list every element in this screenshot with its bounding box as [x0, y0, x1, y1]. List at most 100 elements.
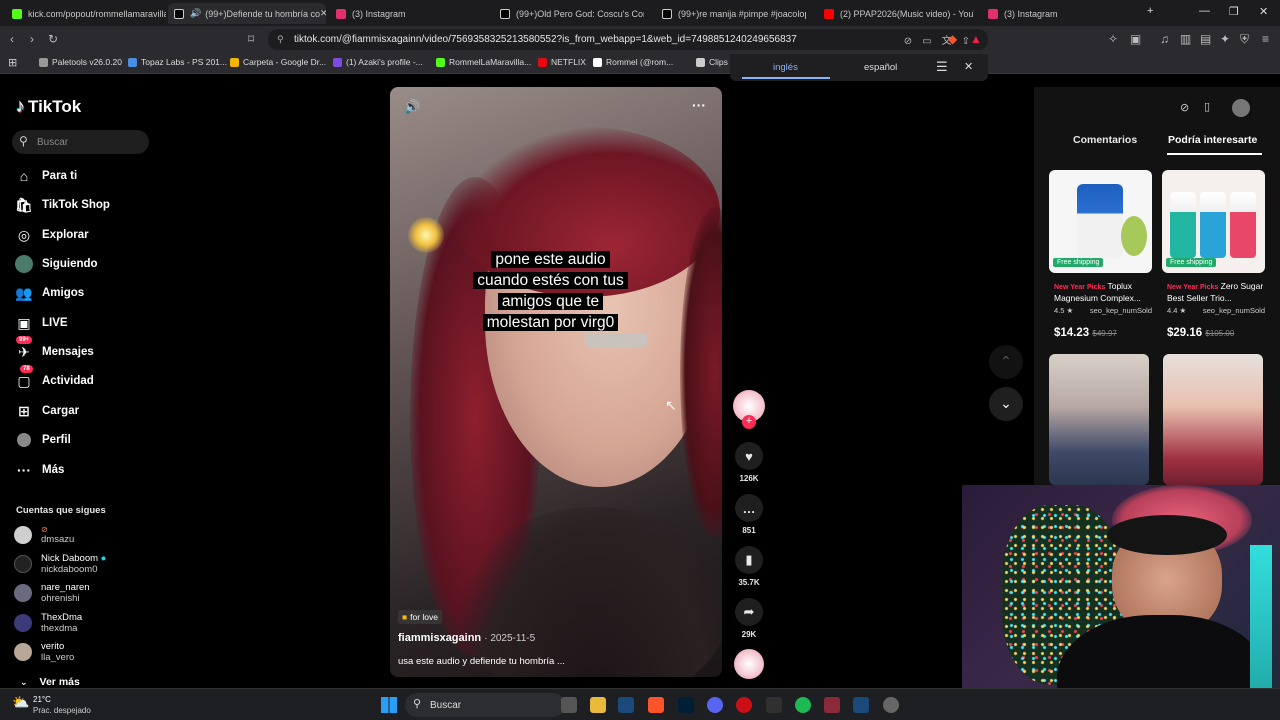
bookmark-item[interactable]: Clips	[696, 57, 728, 67]
tiktok-logo[interactable]: ♪ TikTok	[16, 96, 81, 117]
share-button[interactable]: ➦ 29K	[734, 598, 764, 639]
nav-mensajes[interactable]: ✈ 99+ Mensajes	[14, 336, 94, 362]
steam-icon[interactable]	[618, 697, 634, 713]
bookmark-icon[interactable]: ⌑	[248, 32, 254, 46]
brave-rewards-icon[interactable]: ▲	[970, 32, 982, 46]
translate-close-icon[interactable]: ✕	[964, 60, 973, 73]
see-more-link[interactable]: ⌄ Ver más	[20, 676, 80, 688]
photoshop-icon[interactable]	[678, 697, 694, 713]
task-view-icon[interactable]	[561, 697, 577, 713]
url-actions-icons[interactable]: ⊘▭文⇪	[904, 32, 980, 47]
more-options-icon[interactable]: ···	[692, 97, 706, 113]
browser-tab[interactable]: (3) Instagram	[330, 3, 490, 24]
minimize-icon[interactable]: —	[1199, 5, 1210, 17]
browser-tab-active[interactable]: 🔊 (99+)Defiende tu hombría co ✕	[168, 3, 326, 24]
bookmark-item[interactable]: Carpeta - Google Dr...	[230, 57, 326, 67]
device-icon[interactable]: ▯	[1204, 100, 1210, 113]
product-card[interactable]: Free shipping New Year Picks Toplux Magn…	[1049, 170, 1152, 339]
compass-icon[interactable]: ⊘	[1180, 101, 1189, 114]
brave-icon[interactable]	[648, 697, 664, 713]
close-tab-icon[interactable]: ✕	[320, 8, 326, 19]
bookmark-item[interactable]: Rommel (@rom...	[593, 57, 673, 67]
nav-explorar[interactable]: ◎ Explorar	[14, 225, 89, 245]
sidebar-panel-icon[interactable]: ▣	[1130, 32, 1141, 46]
site-info-icon[interactable]: ⚲	[277, 34, 284, 45]
translate-lang-source[interactable]: inglés	[773, 62, 798, 73]
media-icon[interactable]: ♫	[1160, 32, 1169, 46]
following-account[interactable]: Nick Daboom ● nickdaboom0	[14, 553, 106, 575]
translate-lang-target[interactable]: español	[864, 62, 897, 73]
translate-menu-icon[interactable]: ☰	[936, 59, 948, 75]
spotify-icon[interactable]	[795, 697, 811, 713]
browser-tab[interactable]: (99+)re manija #pimpe #joacolopez	[656, 3, 806, 24]
vpn-icon[interactable]: ⛨	[1240, 32, 1249, 47]
comment-button[interactable]: … 851	[734, 494, 764, 535]
bookmark-item[interactable]: (1) Azaki's profile -...	[333, 57, 423, 67]
product-card[interactable]: Free shipping New Year Picks Zero Sugar …	[1162, 170, 1265, 339]
video-description[interactable]: usa este audio y defiende tu hombría ...	[398, 656, 565, 667]
reading-icon[interactable]: ▥	[1180, 32, 1191, 46]
obs-icon[interactable]	[766, 697, 782, 713]
opera-icon[interactable]	[736, 697, 752, 713]
discord-icon[interactable]	[707, 697, 723, 713]
save-button[interactable]: ▮ 35.7K	[734, 546, 764, 587]
music-disc[interactable]	[734, 649, 764, 679]
back-icon[interactable]: ‹	[10, 32, 14, 46]
bookmark-item[interactable]: NETFLIX	[538, 57, 586, 67]
nav-cargar[interactable]: ⊞ Cargar	[14, 401, 79, 421]
following-account[interactable]: verito lla_vero	[14, 641, 74, 663]
weather-widget[interactable]: 21°C Prac. despejado	[33, 694, 91, 716]
following-account[interactable]: ThexDma thexdma	[14, 612, 82, 634]
nav-tiktok-shop[interactable]: 🛍 TikTok Shop	[14, 195, 110, 215]
menu-icon[interactable]: ≡	[1262, 32, 1269, 46]
file-explorer-icon[interactable]	[590, 697, 606, 713]
nav-perfil[interactable]: Perfil	[14, 430, 71, 450]
reload-icon[interactable]: ↻	[48, 32, 58, 46]
wallet-icon[interactable]: ▤	[1200, 32, 1211, 46]
browser-tab[interactable]: (3) Instagram	[982, 3, 1132, 24]
tab-podria-interesarte[interactable]: Podría interesarte	[1168, 134, 1257, 146]
leo-icon[interactable]: ✦	[1220, 32, 1230, 46]
video-player[interactable]: 🔊 ··· pone este audio cuando estés con t…	[390, 87, 722, 677]
nav-actividad[interactable]: ▢ 78 Actividad	[14, 365, 94, 391]
search-input[interactable]: ⚲ Buscar	[12, 130, 149, 154]
bookmark-item[interactable]: Topaz Labs - PS 201...	[128, 57, 227, 67]
windows-start-icon[interactable]	[381, 697, 397, 713]
nav-mas[interactable]: ··· Más	[14, 460, 64, 480]
volume-icon[interactable]: 🔊	[404, 99, 420, 115]
browser-tab[interactable]: kick.com/popout/rommellamaravilla	[6, 3, 166, 24]
close-window-icon[interactable]: ✕	[1259, 5, 1268, 18]
url-field[interactable]: ⚲ tiktok.com/@fiammisxagainn/video/75693…	[268, 29, 988, 50]
nav-para-ti[interactable]: ⌂ Para ti	[14, 166, 77, 186]
nav-amigos[interactable]: 👥 Amigos	[14, 283, 84, 303]
tab-comentarios[interactable]: Comentarios	[1073, 134, 1137, 146]
nav-live[interactable]: ▣ LIVE	[14, 313, 67, 333]
weather-icon[interactable]: ⛅	[12, 694, 29, 711]
bookmark-item[interactable]: Paletools v26.0.20	[39, 57, 122, 67]
extensions-icon[interactable]: ✧	[1108, 32, 1118, 46]
browser-tab[interactable]: (2) PPAP2026(Music video) - YouTube	[818, 3, 974, 24]
taskbar-search[interactable]: ⚲ Buscar	[405, 693, 565, 717]
user-avatar[interactable]	[1232, 99, 1250, 117]
forward-icon[interactable]: ›	[30, 32, 34, 46]
brave-shield-icon[interactable]: ◆	[948, 32, 957, 46]
video-thumbnail[interactable]	[1163, 354, 1263, 485]
settings-icon[interactable]	[883, 697, 899, 713]
follow-plus-icon[interactable]: +	[742, 415, 756, 429]
browser-tab[interactable]: (99+)Old Pero God: Coscu's Comedy	[494, 3, 644, 24]
video-author[interactable]: fiammisxagainn	[398, 632, 481, 644]
prev-video-icon[interactable]: ⌃	[989, 345, 1023, 379]
like-button[interactable]: ♥ 126K	[734, 442, 764, 483]
next-video-icon[interactable]: ⌄	[989, 387, 1023, 421]
apps-grid-icon[interactable]: ⊞	[8, 56, 17, 69]
following-account[interactable]: nare_naren ohrenishi	[14, 582, 90, 604]
nav-siguiendo[interactable]: Siguiendo	[14, 254, 98, 274]
steam-icon[interactable]	[853, 697, 869, 713]
video-tag[interactable]: ■ for love	[398, 610, 443, 624]
following-account[interactable]: ⊘ dmsazu	[14, 525, 74, 545]
valorant-icon[interactable]	[824, 697, 840, 713]
maximize-icon[interactable]: ❐	[1229, 5, 1239, 18]
bookmark-item[interactable]: RommelLaMaravilla...	[436, 57, 531, 67]
video-thumbnail[interactable]	[1049, 354, 1149, 485]
new-tab-icon[interactable]: +	[1147, 5, 1153, 17]
